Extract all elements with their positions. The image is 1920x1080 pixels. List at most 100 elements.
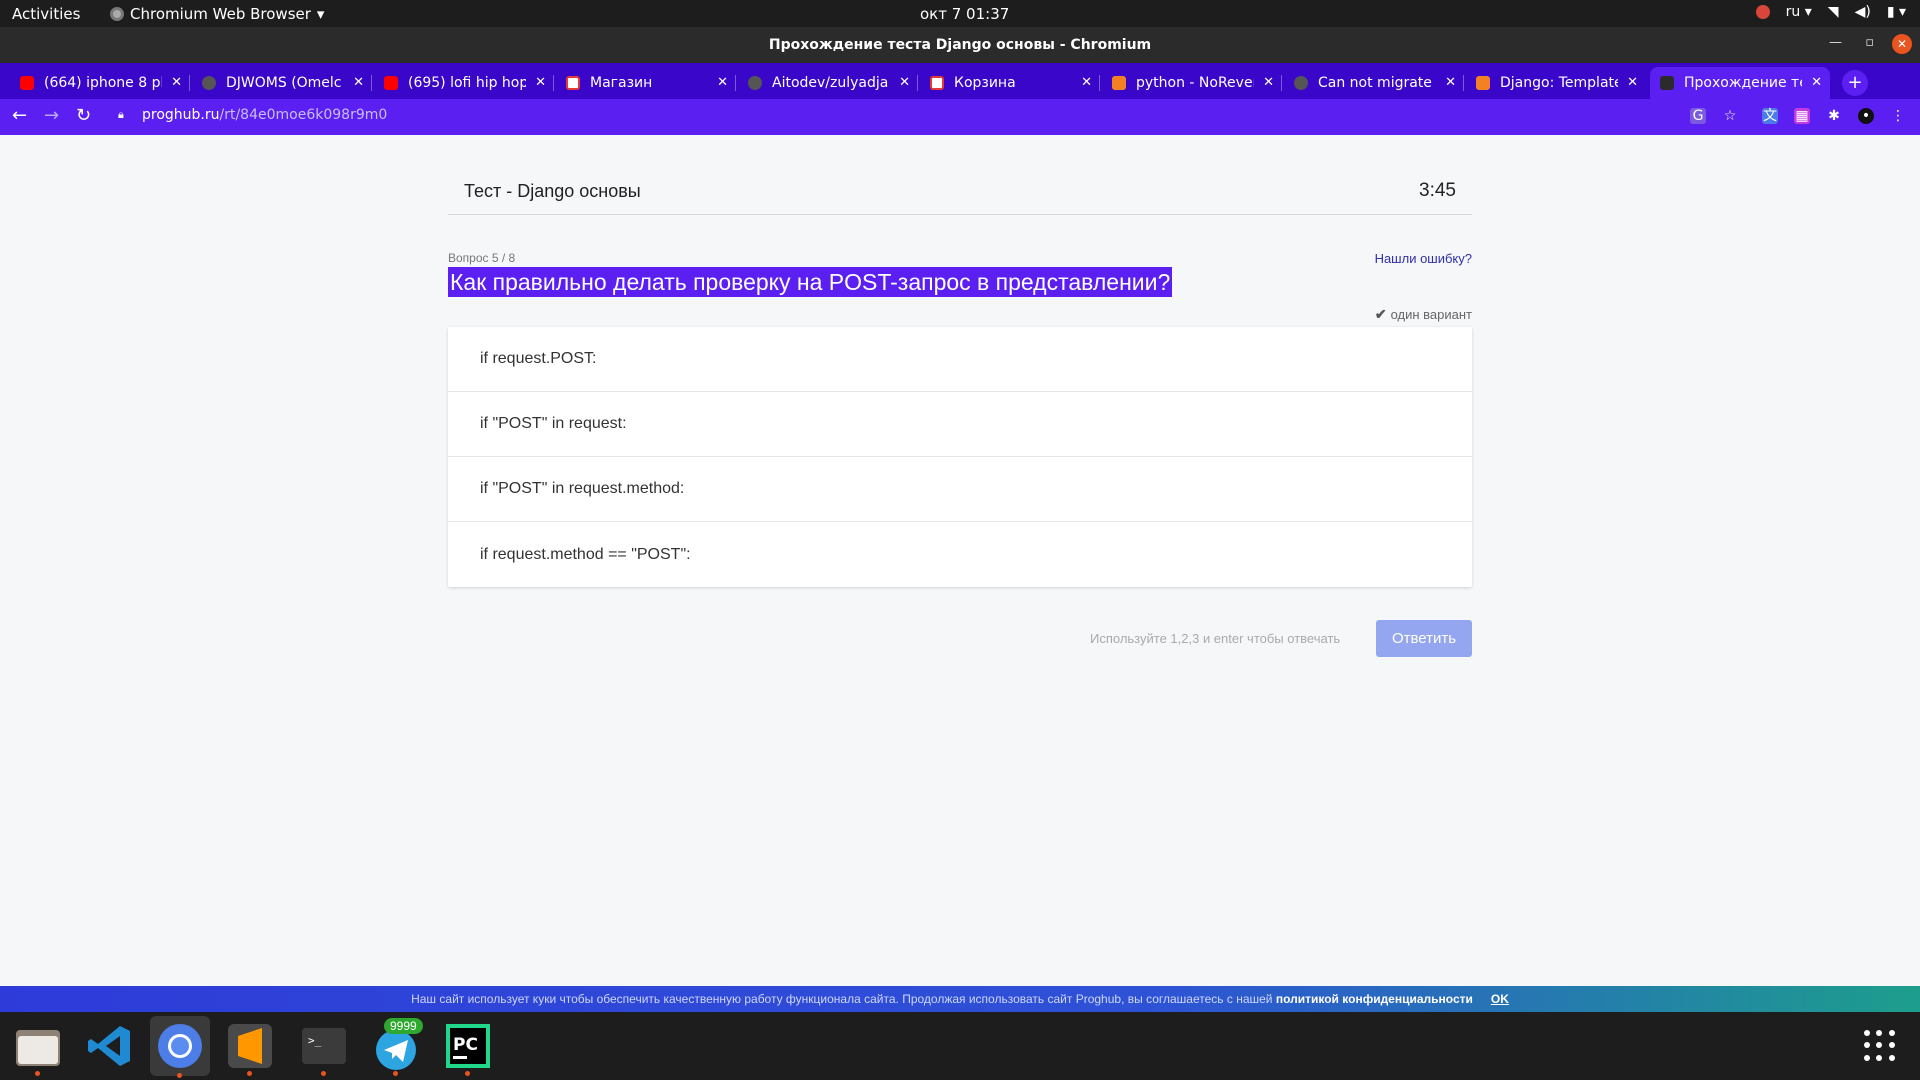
language-label: ru — [1785, 4, 1801, 20]
menu-kebab-icon[interactable]: ⋮ — [1890, 108, 1906, 124]
privacy-policy-link[interactable]: политикой конфиденциальности — [1276, 992, 1473, 1006]
close-tab-icon[interactable]: ✕ — [353, 75, 364, 90]
github-icon — [1294, 76, 1308, 90]
tab[interactable]: Корзина ✕ — [920, 67, 1100, 99]
activities-button[interactable]: Activities — [12, 5, 80, 23]
tab-label: Aitodev/zulyadja — [772, 75, 889, 91]
extension-icon[interactable]: ▦ — [1794, 108, 1810, 124]
page-content: Тест - Django основы 3:45 Вопрос 5 / 8 Н… — [0, 135, 1920, 986]
dock: >_ 9999 PC — [0, 1012, 1920, 1080]
app-menu-label: Chromium Web Browser — [130, 5, 311, 23]
answer-option[interactable]: if request.method == "POST": — [448, 522, 1472, 587]
profile-avatar[interactable]: • — [1858, 108, 1874, 124]
tab[interactable]: Магазин ✕ — [556, 67, 736, 99]
tab-label: Can not migrate — [1318, 75, 1432, 91]
sublime-text-icon[interactable] — [224, 1020, 276, 1076]
terminal-icon[interactable]: >_ — [298, 1020, 350, 1076]
keyboard-hint: Используйте 1,2,3 и enter чтобы отвечать — [1090, 631, 1341, 646]
close-tab-icon[interactable]: ✕ — [1081, 75, 1092, 90]
system-top-bar: Activities Chromium Web Browser ▾ окт 7 … — [0, 0, 1920, 27]
close-tab-icon[interactable]: ✕ — [899, 75, 910, 90]
youtube-icon — [20, 76, 34, 90]
system-tray[interactable]: ru ▾ ◥ ◀) ▮ ▾ — [1755, 4, 1906, 20]
new-tab-button[interactable]: + — [1842, 70, 1868, 96]
stackoverflow-icon — [1476, 76, 1490, 90]
maximize-button[interactable]: ▫ — [1865, 35, 1874, 50]
answer-option[interactable]: if "POST" in request: — [448, 392, 1472, 457]
stackoverflow-icon — [1112, 76, 1126, 90]
cookie-banner: Наш сайт использует куки чтобы обеспечит… — [0, 986, 1920, 1012]
youtube-icon — [384, 76, 398, 90]
close-tab-icon[interactable]: ✕ — [171, 75, 182, 90]
app-menu[interactable]: Chromium Web Browser ▾ — [110, 5, 324, 23]
clock[interactable]: окт 7 01:37 — [920, 5, 1009, 23]
url-path: /rt/84e0moe6k098r9m0 — [219, 107, 388, 123]
tab[interactable]: (664) iphone 8 plu ✕ — [10, 67, 190, 99]
battery-icon[interactable]: ▮ ▾ — [1887, 4, 1906, 20]
close-tab-icon[interactable]: ✕ — [1627, 75, 1638, 90]
answer-option[interactable]: if request.POST: — [448, 327, 1472, 392]
tab-strip: (664) iphone 8 plu ✕ DJWOMS (Omelc ✕ (69… — [0, 63, 1920, 99]
close-tab-icon[interactable]: ✕ — [717, 75, 728, 90]
tab-label: Корзина — [954, 75, 1016, 91]
tab[interactable]: python - NoRever ✕ — [1102, 67, 1282, 99]
close-window-button[interactable]: ✕ — [1892, 34, 1912, 54]
submit-answer-button[interactable]: Ответить — [1376, 620, 1472, 657]
answer-options: if request.POST: if "POST" in request: i… — [448, 327, 1472, 587]
tab-label: (664) iphone 8 plu — [44, 75, 162, 91]
tab[interactable]: Aitodev/zulyadja ✕ — [738, 67, 918, 99]
close-tab-icon[interactable]: ✕ — [1263, 75, 1274, 90]
svg-text:>_: >_ — [308, 1034, 322, 1047]
browser-toolbar: ← → ↻ 🔒︎ proghub.ru/rt/84e0moe6k098r9m0 … — [0, 99, 1920, 135]
translate-extension-icon[interactable]: 文 — [1762, 108, 1778, 124]
github-icon — [748, 76, 762, 90]
tab-label: python - NoRever — [1136, 75, 1254, 91]
vscode-icon[interactable] — [84, 1020, 136, 1072]
chromium-icon — [110, 7, 124, 21]
close-tab-icon[interactable]: ✕ — [1811, 75, 1822, 90]
language-indicator[interactable]: ru ▾ — [1786, 4, 1812, 20]
reload-icon[interactable]: ↻ — [76, 105, 91, 126]
chevron-down-icon: ▾ — [316, 5, 325, 23]
forward-arrow-icon[interactable]: → — [44, 105, 59, 126]
wifi-icon[interactable]: ◥ — [1828, 4, 1839, 20]
lock-icon[interactable]: 🔒︎ — [118, 108, 124, 122]
notification-icon[interactable] — [1755, 5, 1770, 19]
tab-label: (695) lofi hip hop — [408, 75, 526, 91]
answer-option[interactable]: if "POST" in request.method: — [448, 457, 1472, 522]
puzzle-extensions-icon[interactable]: ✱ — [1826, 108, 1842, 124]
test-header: Тест - Django основы 3:45 — [448, 135, 1472, 215]
tab-label: Прохождение те — [1684, 75, 1802, 91]
url-field[interactable]: proghub.ru/rt/84e0moe6k098r9m0 — [142, 107, 387, 123]
files-app-icon[interactable] — [12, 1020, 64, 1076]
tab[interactable]: Django: Template ✕ — [1466, 67, 1646, 99]
telegram-badge: 9999 — [384, 1018, 423, 1034]
close-tab-icon[interactable]: ✕ — [535, 75, 546, 90]
question-counter: Вопрос 5 / 8 — [448, 251, 516, 265]
answer-type-text: один вариант — [1390, 307, 1472, 322]
proghub-icon — [1660, 76, 1674, 90]
tab-active[interactable]: Прохождение те ✕ — [1650, 67, 1830, 99]
tab[interactable]: DJWOMS (Omelc ✕ — [192, 67, 372, 99]
url-host: proghub.ru — [142, 107, 220, 123]
volume-icon[interactable]: ◀) — [1855, 4, 1871, 20]
bookmark-star-icon[interactable]: ☆ — [1722, 108, 1738, 124]
pycharm-icon[interactable]: PC — [442, 1020, 494, 1076]
window-title-bar: Прохождение теста Django основы - Chromi… — [0, 27, 1920, 63]
tab[interactable]: Can not migrate ✕ — [1284, 67, 1464, 99]
test-title: Тест - Django основы — [464, 181, 641, 201]
back-arrow-icon[interactable]: ← — [12, 105, 27, 126]
tab-label: DJWOMS (Omelc — [226, 75, 342, 91]
tab-label: Django: Template — [1500, 75, 1618, 91]
report-error-link[interactable]: Нашли ошибку? — [1375, 251, 1472, 266]
cookie-text: Наш сайт использует куки чтобы обеспечит… — [411, 992, 1276, 1006]
show-applications-icon[interactable] — [1864, 1030, 1896, 1062]
tab-label: Магазин — [590, 75, 653, 91]
minimize-button[interactable]: — — [1829, 35, 1842, 50]
tab[interactable]: (695) lofi hip hop ✕ — [374, 67, 554, 99]
close-tab-icon[interactable]: ✕ — [1445, 75, 1456, 90]
cookie-ok-button[interactable]: OK — [1491, 992, 1509, 1006]
chromium-app-icon[interactable] — [150, 1016, 210, 1078]
check-icon: ✔ — [1374, 306, 1387, 322]
translate-icon[interactable]: G — [1690, 108, 1706, 124]
